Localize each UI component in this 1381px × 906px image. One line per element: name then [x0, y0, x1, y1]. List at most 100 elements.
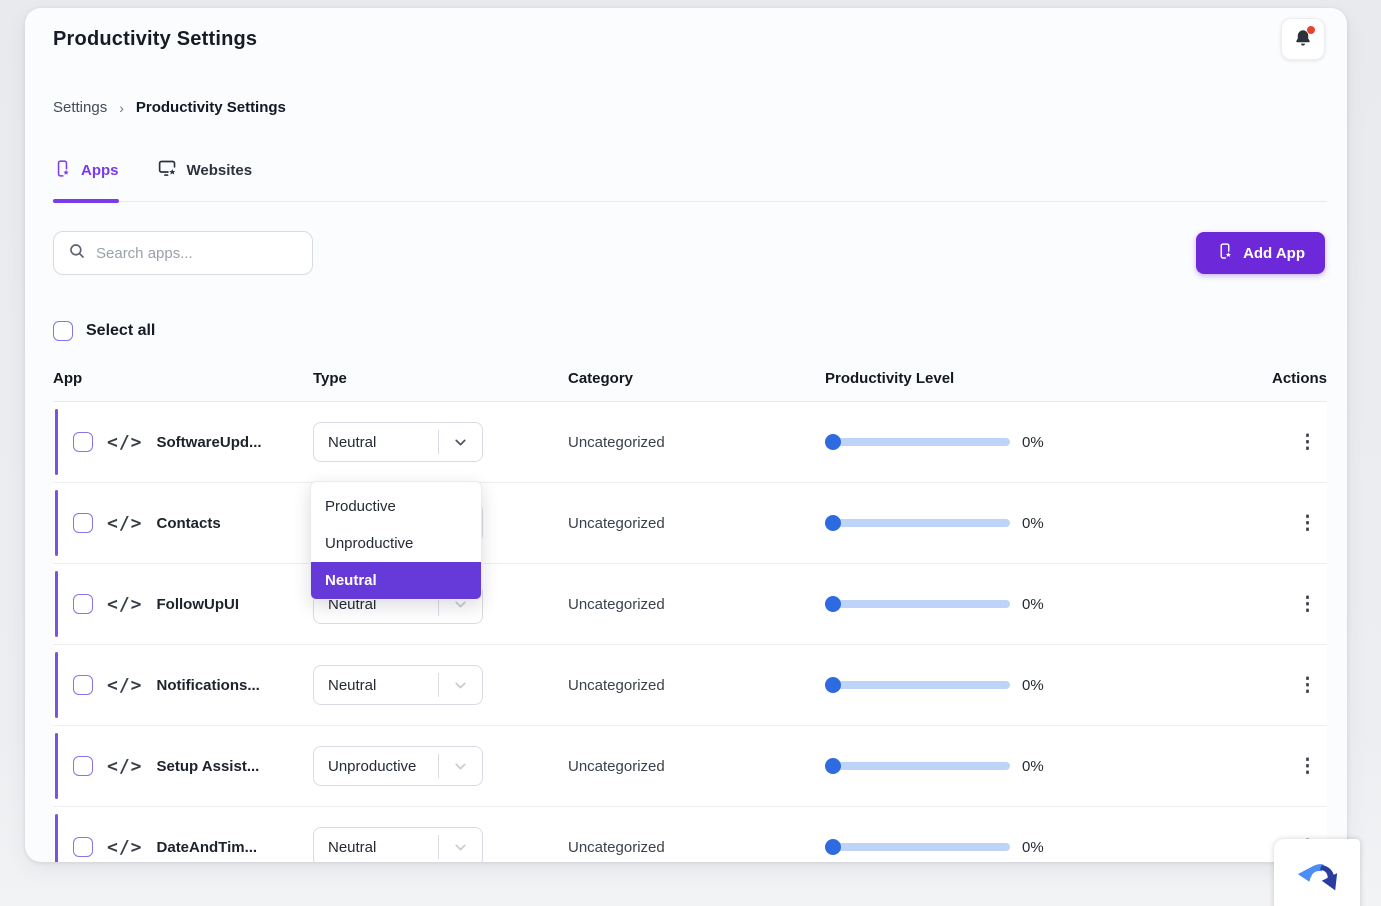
category-cell: Uncategorized [568, 434, 825, 451]
productivity-slider[interactable] [825, 515, 1010, 531]
row-checkbox[interactable] [73, 513, 93, 533]
actions-cell: ⋮ [1271, 429, 1327, 456]
notifications-button[interactable] [1281, 18, 1325, 60]
slider-track [825, 438, 1010, 446]
slider-track [825, 681, 1010, 689]
tab-websites[interactable]: Websites [157, 158, 253, 201]
app-cell: </> DateAndTim... [53, 807, 313, 862]
type-cell: Neutral [313, 665, 568, 705]
slider-thumb[interactable] [825, 434, 841, 450]
row-checkbox[interactable] [73, 756, 93, 776]
slider-thumb[interactable] [825, 515, 841, 531]
productivity-percent: 0% [1022, 677, 1044, 694]
breadcrumb-settings[interactable]: Settings [53, 99, 107, 116]
tab-websites-label: Websites [187, 162, 253, 179]
row-accent-bar [55, 652, 58, 718]
tab-bar: Apps Websites [53, 158, 1327, 201]
slider-track [825, 762, 1010, 770]
chevron-down-icon [439, 677, 482, 694]
type-select[interactable]: Neutral [313, 422, 483, 462]
code-icon: </> [107, 513, 143, 534]
dropdown-option-unproductive[interactable]: Unproductive [311, 525, 481, 562]
productivity-slider[interactable] [825, 839, 1010, 855]
slider-thumb[interactable] [825, 839, 841, 855]
productivity-slider[interactable] [825, 596, 1010, 612]
search-input[interactable] [96, 245, 298, 262]
add-app-button[interactable]: Add App [1196, 232, 1325, 274]
productivity-cell: 0% [825, 839, 1271, 856]
row-actions-menu-icon[interactable]: ⋮ [1288, 672, 1327, 699]
notification-dot [1307, 26, 1315, 34]
code-icon: </> [107, 837, 143, 858]
code-icon: </> [107, 756, 143, 777]
type-cell: Unproductive [313, 746, 568, 786]
toolbar: Add App [53, 231, 1327, 275]
row-checkbox[interactable] [73, 837, 93, 857]
dropdown-option-neutral[interactable]: Neutral [311, 562, 481, 599]
app-cell: </> Notifications... [53, 645, 313, 725]
select-all-checkbox[interactable] [53, 321, 73, 341]
breadcrumb: Settings › Productivity Settings [53, 99, 1327, 116]
row-actions-menu-icon[interactable]: ⋮ [1288, 510, 1327, 537]
table-row: </> FollowUpUI Neutral Uncategorized [53, 564, 1327, 645]
slider-thumb[interactable] [825, 677, 841, 693]
row-checkbox[interactable] [73, 594, 93, 614]
recaptcha-badge[interactable] [1274, 839, 1360, 906]
add-app-label: Add App [1243, 245, 1305, 262]
dropdown-option-productive[interactable]: Productive [311, 488, 481, 525]
slider-thumb[interactable] [825, 596, 841, 612]
type-select[interactable]: Neutral [313, 827, 483, 862]
type-cell: Neutral [313, 422, 568, 462]
select-all-label: Select all [86, 322, 155, 340]
row-checkbox[interactable] [73, 432, 93, 452]
productivity-slider[interactable] [825, 434, 1010, 450]
row-actions-menu-icon[interactable]: ⋮ [1288, 591, 1327, 618]
category-cell: Uncategorized [568, 677, 825, 694]
column-header-category: Category [568, 370, 825, 387]
table-row: </> Notifications... Neutral Uncategoriz… [53, 645, 1327, 726]
productivity-slider[interactable] [825, 677, 1010, 693]
actions-cell: ⋮ [1271, 753, 1327, 780]
productivity-percent: 0% [1022, 515, 1044, 532]
category-cell: Uncategorized [568, 596, 825, 613]
code-icon: </> [107, 675, 143, 696]
code-icon: </> [107, 432, 143, 453]
productivity-slider[interactable] [825, 758, 1010, 774]
actions-cell: ⋮ [1271, 591, 1327, 618]
type-select[interactable]: Neutral [313, 665, 483, 705]
slider-track [825, 843, 1010, 851]
row-checkbox[interactable] [73, 675, 93, 695]
productivity-percent: 0% [1022, 758, 1044, 775]
row-actions-menu-icon[interactable]: ⋮ [1288, 429, 1327, 456]
table-row: </> Setup Assist... Unproductive Uncateg… [53, 726, 1327, 807]
type-select-value: Neutral [314, 839, 438, 856]
slider-thumb[interactable] [825, 758, 841, 774]
row-accent-bar [55, 733, 58, 799]
productivity-percent: 0% [1022, 839, 1044, 856]
productivity-percent: 0% [1022, 596, 1044, 613]
tab-apps[interactable]: Apps [53, 158, 119, 201]
category-cell: Uncategorized [568, 839, 825, 856]
select-all-row: Select all [53, 321, 1327, 341]
monitor-star-icon [157, 158, 178, 183]
app-name: DateAndTim... [157, 839, 258, 856]
tab-apps-label: Apps [81, 162, 119, 179]
slider-track [825, 519, 1010, 527]
column-header-productivity: Productivity Level [825, 370, 1271, 387]
recaptcha-logo-icon [1294, 853, 1340, 906]
type-select[interactable]: Unproductive [313, 746, 483, 786]
column-header-actions: Actions [1271, 370, 1327, 387]
type-select-value: Neutral [314, 677, 438, 694]
productivity-percent: 0% [1022, 434, 1044, 451]
search-box [53, 231, 313, 275]
actions-cell: ⋮ [1271, 672, 1327, 699]
apps-table: App Type Category Productivity Level Act… [53, 355, 1327, 862]
type-cell: Neutral [313, 827, 568, 862]
row-actions-menu-icon[interactable]: ⋮ [1288, 753, 1327, 780]
app-name: Notifications... [157, 677, 260, 694]
chevron-down-icon [439, 434, 482, 451]
productivity-settings-card: Productivity Settings Settings › Product… [25, 8, 1347, 862]
column-header-app: App [53, 370, 313, 387]
table-row: </> DateAndTim... Neutral Uncategorized [53, 807, 1327, 862]
code-icon: </> [107, 594, 143, 615]
